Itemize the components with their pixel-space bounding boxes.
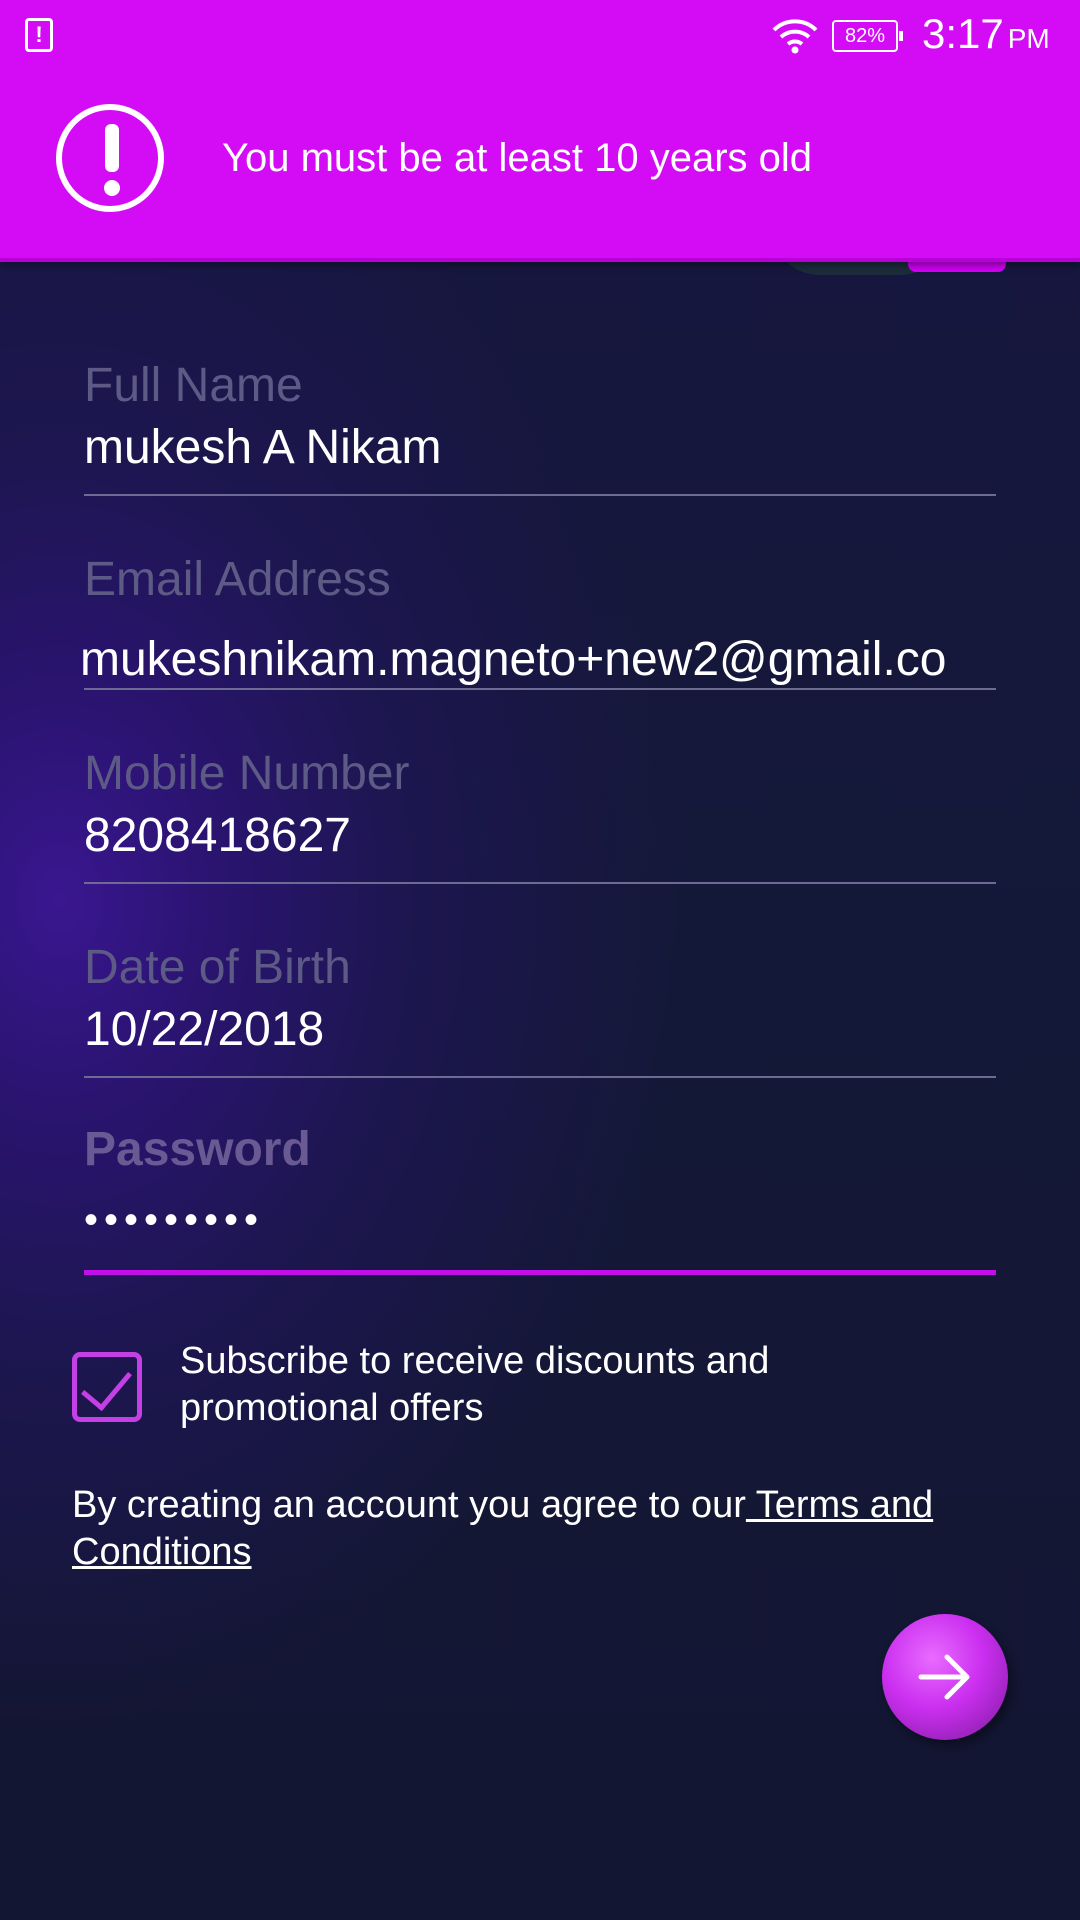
clock-ampm: PM — [1007, 23, 1050, 54]
email-label: Email Address — [84, 553, 391, 606]
mobile-number-field[interactable]: Mobile Number 8208418627 — [84, 740, 996, 890]
arrow-right-icon — [918, 1654, 970, 1700]
mobile-number-underline — [84, 882, 996, 884]
clock: 3:17 PM — [922, 10, 1050, 58]
wifi-icon — [772, 19, 818, 54]
password-field[interactable]: Password ••••••••• — [84, 1122, 996, 1282]
mobile-number-label: Mobile Number — [84, 747, 410, 800]
alert-notification-icon: ! — [25, 18, 53, 52]
error-message: You must be at least 10 years old — [222, 136, 812, 180]
subscribe-label: Subscribe to receive discounts and promo… — [180, 1340, 770, 1429]
clock-time: 3:17 — [922, 10, 1004, 57]
battery-indicator: 82% — [832, 20, 903, 52]
status-bar: ! 82% 3:17 PM — [0, 0, 1080, 75]
warning-icon — [56, 104, 164, 212]
terms-prefix: By creating an account you agree to our — [72, 1484, 746, 1526]
next-button[interactable] — [882, 1614, 1008, 1740]
full-name-underline — [84, 494, 996, 496]
email-input[interactable]: mukeshnikam.magneto+new2@gmail.co — [80, 632, 946, 687]
terms-notice: By creating an account you agree to our … — [72, 1482, 1012, 1576]
checkmark-icon — [81, 1357, 132, 1412]
password-underline — [84, 1270, 996, 1275]
password-label: Password — [84, 1123, 311, 1176]
password-input[interactable]: ••••••••• — [84, 1198, 264, 1243]
email-underline — [84, 688, 996, 690]
date-of-birth-underline — [84, 1076, 996, 1078]
full-name-input[interactable]: mukesh A Nikam — [84, 420, 441, 475]
full-name-label: Full Name — [84, 359, 303, 412]
error-banner: ! 82% 3:17 PM You must be at least 10 yea… — [0, 0, 1080, 262]
full-name-field[interactable]: Full Name mukesh A Nikam — [84, 352, 996, 502]
date-of-birth-label: Date of Birth — [84, 941, 351, 994]
email-field[interactable]: Email Address mukeshnikam.magneto+new2@g… — [80, 546, 996, 696]
date-of-birth-input[interactable]: 10/22/2018 — [84, 1002, 324, 1057]
date-of-birth-field[interactable]: Date of Birth 10/22/2018 — [84, 934, 996, 1084]
subscribe-checkbox[interactable] — [72, 1352, 142, 1422]
mobile-number-input[interactable]: 8208418627 — [84, 808, 351, 863]
